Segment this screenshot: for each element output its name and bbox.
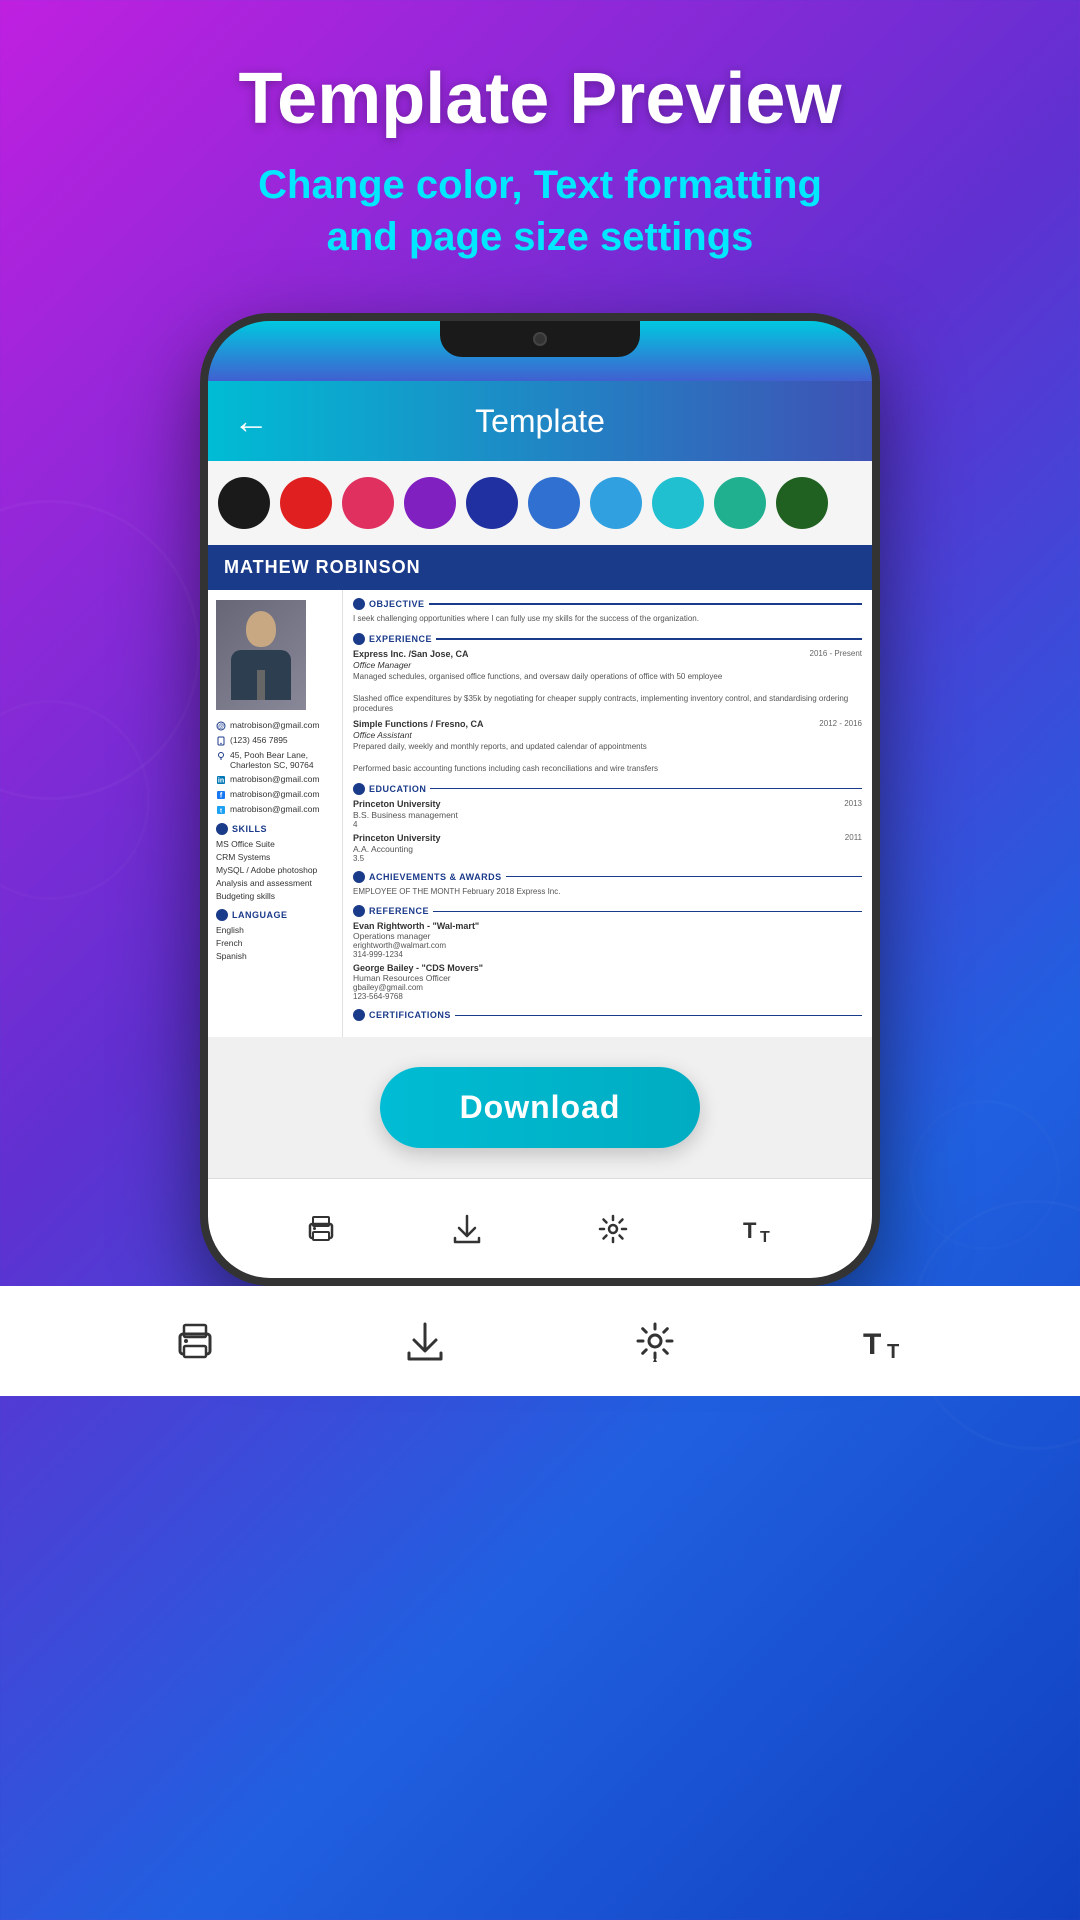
lang-3: Spanish bbox=[216, 951, 334, 961]
exp-company-2: Simple Functions / Fresno, CA bbox=[353, 719, 484, 729]
contact-facebook: f matrobison@gmail.com bbox=[216, 789, 334, 800]
edu-school-2: Princeton University bbox=[353, 833, 441, 843]
edu-item-2: 2011 Princeton University A.A. Accountin… bbox=[353, 833, 862, 863]
edu-date-2: 2011 bbox=[845, 833, 862, 842]
exp-company-1: Express Inc. /San Jose, CA bbox=[353, 649, 469, 659]
contact-address: 45, Pooh Bear Lane, Charleston SC, 90764 bbox=[216, 750, 334, 770]
outer-download-icon[interactable] bbox=[400, 1316, 450, 1366]
save-nav-icon[interactable] bbox=[448, 1210, 486, 1248]
resume-right-column: OBJECTIVE I seek challenging opportuniti… bbox=[343, 590, 872, 1037]
page-subtitle: Change color, Text formattingand page si… bbox=[60, 159, 1020, 263]
ref-item-2: George Bailey - "CDS Movers" Human Resou… bbox=[353, 963, 862, 1001]
reference-section: REFERENCE Evan Rightworth - "Wal-mart" O… bbox=[353, 905, 862, 1001]
outer-print-icon[interactable] bbox=[170, 1316, 220, 1366]
language-section-title: LANGUAGE bbox=[216, 909, 334, 921]
contact-email: @ matrobison@gmail.com bbox=[216, 720, 334, 731]
contact-twitter: t matrobison@gmail.com bbox=[216, 804, 334, 815]
achievements-text: EMPLOYEE OF THE MONTH February 2018 Expr… bbox=[353, 887, 862, 898]
lang-1: English bbox=[216, 925, 334, 935]
screen-title: Template bbox=[475, 403, 605, 440]
color-green[interactable] bbox=[776, 477, 828, 529]
color-dark-blue[interactable] bbox=[466, 477, 518, 529]
svg-text:T: T bbox=[743, 1218, 757, 1243]
color-black[interactable] bbox=[218, 477, 270, 529]
exp-desc-1: Managed schedules, organised office func… bbox=[353, 672, 862, 715]
exp-date-1: 2016 - Present bbox=[810, 649, 862, 658]
svg-text:T: T bbox=[863, 1328, 881, 1361]
skill-1: MS Office Suite bbox=[216, 839, 334, 849]
outer-settings-icon[interactable] bbox=[630, 1316, 680, 1366]
settings-nav-icon[interactable] bbox=[594, 1210, 632, 1248]
print-nav-icon[interactable] bbox=[302, 1210, 340, 1248]
contact-linkedin: in matrobison@gmail.com bbox=[216, 774, 334, 785]
skill-3: MySQL / Adobe photoshop bbox=[216, 865, 334, 875]
edu-school-1: Princeton University bbox=[353, 799, 441, 809]
color-purple[interactable] bbox=[404, 477, 456, 529]
resume-name: MATHEW ROBINSON bbox=[224, 557, 856, 578]
download-section: Download bbox=[208, 1037, 872, 1178]
svg-text:T: T bbox=[760, 1229, 770, 1246]
exp-item-1: 2016 - Present Express Inc. /San Jose, C… bbox=[353, 649, 862, 715]
objective-text: I seek challenging opportunities where I… bbox=[353, 614, 862, 625]
color-sky-blue[interactable] bbox=[590, 477, 642, 529]
color-blue[interactable] bbox=[528, 477, 580, 529]
resume-name-bar: MATHEW ROBINSON bbox=[208, 545, 872, 590]
text-size-nav-icon[interactable]: T T bbox=[740, 1210, 778, 1248]
experience-section: EXPERIENCE 2016 - Present Express Inc. /… bbox=[353, 633, 862, 775]
color-pink[interactable] bbox=[342, 477, 394, 529]
svg-text:in: in bbox=[218, 778, 224, 785]
back-button[interactable]: ← bbox=[233, 400, 269, 442]
exp-item-2: 2012 - 2016 Simple Functions / Fresno, C… bbox=[353, 719, 862, 774]
camera-dot bbox=[533, 332, 547, 346]
skill-5: Budgeting skills bbox=[216, 891, 334, 901]
svg-text:t: t bbox=[220, 809, 222, 815]
svg-text:T: T bbox=[887, 1341, 899, 1363]
certifications-section: CERTIFICATIONS bbox=[353, 1009, 862, 1021]
bottom-navigation: T T bbox=[208, 1178, 872, 1278]
outer-bottom-bar: T T bbox=[0, 1286, 1080, 1396]
edu-date-1: 2013 bbox=[844, 799, 862, 808]
achievements-section: ACHIEVEMENTS & AWARDS EMPLOYEE OF THE MO… bbox=[353, 871, 862, 898]
skill-2: CRM Systems bbox=[216, 852, 334, 862]
exp-desc-2: Prepared daily, weekly and monthly repor… bbox=[353, 742, 862, 774]
outer-text-size-icon[interactable]: T T bbox=[860, 1316, 910, 1366]
download-button[interactable]: Download bbox=[380, 1067, 701, 1148]
edu-gpa-1: 4 bbox=[353, 820, 862, 829]
education-section: EDUCATION 2013 Princeton University B.S.… bbox=[353, 783, 862, 863]
app-header: ← Template bbox=[208, 381, 872, 461]
color-cyan[interactable] bbox=[652, 477, 704, 529]
edu-degree-1: B.S. Business management bbox=[353, 810, 862, 820]
objective-section: OBJECTIVE I seek challenging opportuniti… bbox=[353, 598, 862, 625]
phone-notch bbox=[440, 321, 640, 357]
resume-preview: MATHEW ROBINSON bbox=[208, 545, 872, 1037]
notch-bar bbox=[208, 321, 872, 381]
lang-2: French bbox=[216, 938, 334, 948]
edu-item-1: 2013 Princeton University B.S. Business … bbox=[353, 799, 862, 829]
color-red[interactable] bbox=[280, 477, 332, 529]
color-teal[interactable] bbox=[714, 477, 766, 529]
edu-degree-2: A.A. Accounting bbox=[353, 844, 862, 854]
resume-photo bbox=[216, 600, 306, 710]
exp-date-2: 2012 - 2016 bbox=[819, 719, 862, 728]
color-palette bbox=[208, 461, 872, 545]
page-title: Template Preview bbox=[60, 60, 1020, 139]
edu-gpa-2: 3.5 bbox=[353, 854, 862, 863]
phone-mockup: ← Template MATHEW ROBINSON bbox=[200, 313, 880, 1286]
contact-phone: (123) 456 7895 bbox=[216, 735, 334, 746]
skills-section-title: SKILLS bbox=[216, 823, 334, 835]
resume-left-column: @ matrobison@gmail.com (123) 456 7895 45… bbox=[208, 590, 343, 1037]
exp-role-2: Office Assistant bbox=[353, 730, 862, 740]
exp-role-1: Office Manager bbox=[353, 660, 862, 670]
svg-text:@: @ bbox=[218, 724, 224, 730]
skill-4: Analysis and assessment bbox=[216, 878, 334, 888]
ref-item-1: Evan Rightworth - "Wal-mart" Operations … bbox=[353, 921, 862, 959]
